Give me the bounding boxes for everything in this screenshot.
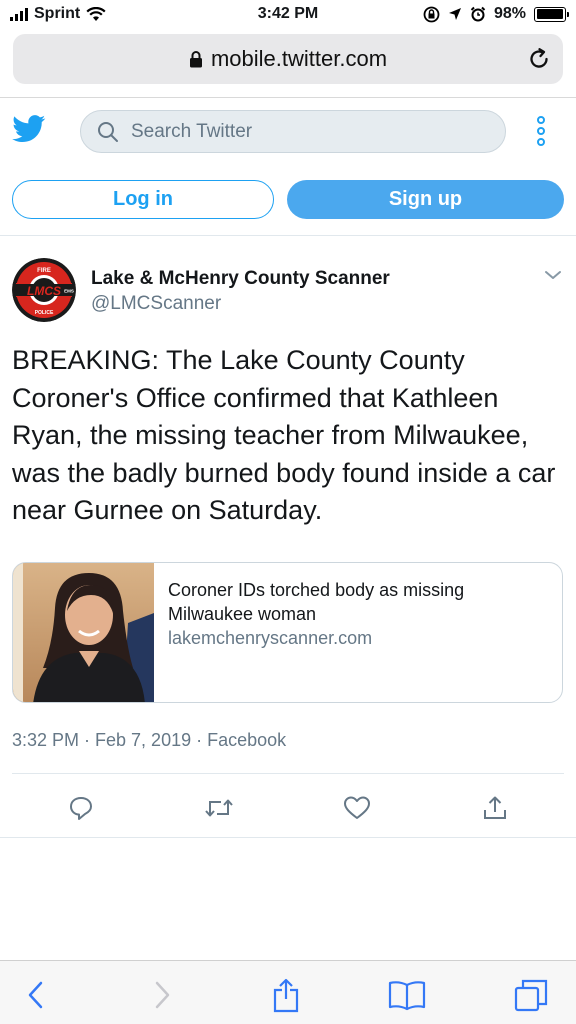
share-sheet-icon	[273, 978, 299, 1013]
tabs-icon	[514, 979, 548, 1012]
tweet-actions	[0, 790, 576, 826]
reload-icon[interactable]	[527, 47, 551, 71]
svg-text:FIRE: FIRE	[37, 268, 51, 274]
url-text: mobile.twitter.com	[210, 46, 388, 71]
login-button[interactable]: Log in	[12, 180, 274, 219]
browser-divider	[0, 97, 576, 98]
alarm-icon	[470, 6, 486, 22]
lmcs-logo-icon: FIRE LMCS EMS POLICE	[12, 258, 76, 322]
tweet-text: BREAKING: The Lake County County Coroner…	[12, 345, 556, 525]
book-icon	[388, 981, 426, 1011]
chevron-left-icon	[28, 981, 43, 1009]
share-sheet-button[interactable]	[266, 975, 306, 1015]
retweet-button[interactable]	[199, 790, 239, 826]
meta-divider	[12, 773, 564, 774]
bookmarks-button[interactable]	[387, 975, 427, 1015]
avatar[interactable]: FIRE LMCS EMS POLICE	[12, 258, 76, 322]
svg-text:POLICE: POLICE	[35, 310, 54, 316]
search-input[interactable]	[131, 120, 471, 143]
card-thumbnail-image	[13, 563, 154, 702]
back-button[interactable]	[16, 975, 56, 1015]
tweet-divider	[0, 837, 576, 838]
chevron-down-icon[interactable]	[543, 268, 563, 282]
battery-icon	[534, 6, 569, 22]
heart-icon	[344, 796, 370, 819]
share-icon	[484, 796, 506, 819]
reply-icon	[70, 797, 92, 820]
search-icon	[98, 121, 118, 142]
lock-icon	[189, 51, 202, 68]
tweet-timestamp[interactable]: 3:32 PM · Feb 7, 2019 · Facebook	[12, 730, 286, 751]
twitter-bird-icon[interactable]	[12, 115, 46, 143]
link-card[interactable]: Coroner IDs torched body as missing Milw…	[12, 562, 563, 703]
browser-toolbar	[0, 960, 576, 1024]
reply-button[interactable]	[61, 790, 101, 826]
retweet-icon	[205, 799, 233, 817]
signup-button[interactable]: Sign up	[287, 180, 564, 219]
card-title: Coroner IDs torched body as missing Milw…	[168, 580, 465, 624]
svg-text:EMS: EMS	[64, 289, 74, 294]
tabs-button[interactable]	[511, 975, 551, 1015]
status-bar: Sprint 3:42 PM 98%	[0, 0, 576, 30]
user-handle[interactable]: @LMCScanner	[91, 293, 221, 315]
orientation-lock-icon	[423, 6, 440, 22]
more-options-icon[interactable]	[537, 116, 545, 146]
search-box[interactable]	[80, 110, 506, 153]
header-divider	[0, 235, 576, 236]
location-arrow-icon	[448, 8, 461, 20]
chevron-right-icon	[155, 981, 170, 1009]
status-right: 98%	[423, 5, 569, 23]
battery-percent: 98%	[493, 5, 526, 22]
address-bar[interactable]: mobile.twitter.com	[13, 34, 563, 84]
display-name[interactable]: Lake & McHenry County Scanner	[91, 268, 390, 290]
card-domain: lakemchenryscanner.com	[168, 628, 373, 648]
svg-text:LMCS: LMCS	[27, 284, 61, 298]
forward-button[interactable]	[142, 975, 182, 1015]
share-button[interactable]	[475, 790, 515, 826]
like-button[interactable]	[337, 790, 377, 826]
